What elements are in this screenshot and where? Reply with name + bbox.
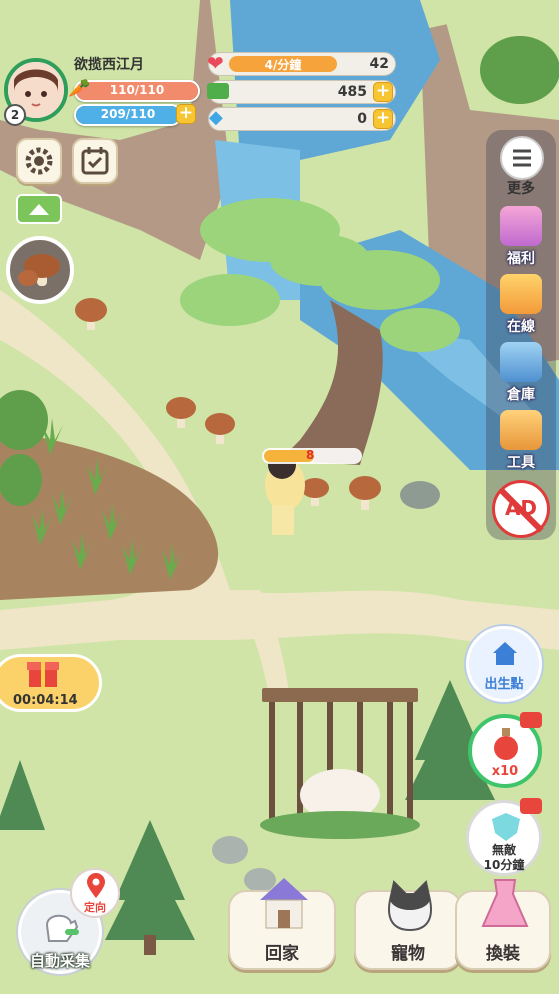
settings-button[interactable] — [16, 138, 62, 184]
calendar-check-icon — [81, 147, 109, 175]
heart-icon: ❤ — [207, 51, 224, 75]
spawn-point-button[interactable]: 出生點 — [466, 626, 542, 702]
more-button[interactable]: 更多 — [492, 136, 550, 200]
home-icon — [493, 642, 517, 665]
map-pin-icon — [87, 873, 105, 898]
heart-rate: 4/分鐘 — [264, 58, 302, 72]
cash-resource: 485 + — [207, 80, 396, 104]
tools-button[interactable]: 工具 — [492, 408, 550, 472]
video-ad-icon — [520, 712, 542, 728]
video-ad-icon — [520, 798, 542, 814]
home-button[interactable]: 回家 — [228, 878, 336, 970]
hp-icon: 🥕 — [68, 78, 91, 99]
hp-bar: 110/110 — [74, 80, 200, 102]
timed-gift-button[interactable]: 00:04:14 — [0, 654, 102, 712]
locate-button[interactable]: 定向 — [70, 868, 120, 918]
pets-button[interactable]: 寵物 — [354, 880, 462, 970]
cash-count: 485 — [337, 84, 367, 100]
gear-icon — [25, 147, 53, 175]
player-name: 欲揽西江月 — [74, 57, 144, 73]
online-button[interactable]: 在線 — [492, 272, 550, 336]
cat-face-icon — [388, 880, 432, 932]
calendar-button[interactable] — [72, 138, 118, 184]
cash-icon — [207, 83, 229, 99]
potion-bottle-icon — [494, 728, 518, 760]
shield-icon — [492, 813, 520, 841]
level-badge: 2 — [4, 104, 26, 126]
gather-progress-number: 8 — [306, 448, 315, 462]
triangle-up-icon — [29, 204, 49, 215]
auto-collect-label: 自動采集 — [29, 952, 90, 970]
gift-bag-icon — [500, 206, 542, 246]
online-clock-icon — [500, 274, 542, 314]
gift-box-icon — [27, 662, 59, 687]
toolbox-icon — [500, 410, 542, 450]
gems-resource: ◆ 0 + — [208, 107, 396, 131]
energy-bar: 209/110 — [74, 104, 182, 126]
mushroom-icon — [18, 254, 60, 286]
dress-icon — [481, 879, 529, 927]
hearts-resource: ❤ 4/分鐘 42 — [207, 51, 396, 76]
menu-list-icon — [500, 136, 544, 180]
dress-up-button[interactable]: 換裝 — [455, 879, 551, 970]
cash-add-button[interactable]: + — [373, 82, 393, 102]
warehouse-icon — [500, 342, 542, 382]
house-icon — [260, 878, 308, 929]
warehouse-button[interactable]: 倉庫 — [492, 340, 550, 404]
player-hud: 2 欲揽西江月 110/110 🥕 209/110 + — [0, 50, 205, 128]
gems-add-button[interactable]: + — [373, 109, 393, 129]
gems-count: 0 — [357, 111, 367, 127]
gift-timer: 00:04:14 — [13, 693, 78, 708]
energy-add-button[interactable]: + — [176, 104, 196, 124]
welfare-button[interactable]: 福利 — [492, 204, 550, 268]
mushroom-item-button[interactable] — [6, 236, 74, 304]
diamond-icon: ◆ — [209, 107, 223, 128]
no-ads-button[interactable]: AD — [492, 480, 550, 538]
hearts-count: 42 — [369, 56, 389, 72]
collapse-button[interactable] — [16, 194, 62, 224]
